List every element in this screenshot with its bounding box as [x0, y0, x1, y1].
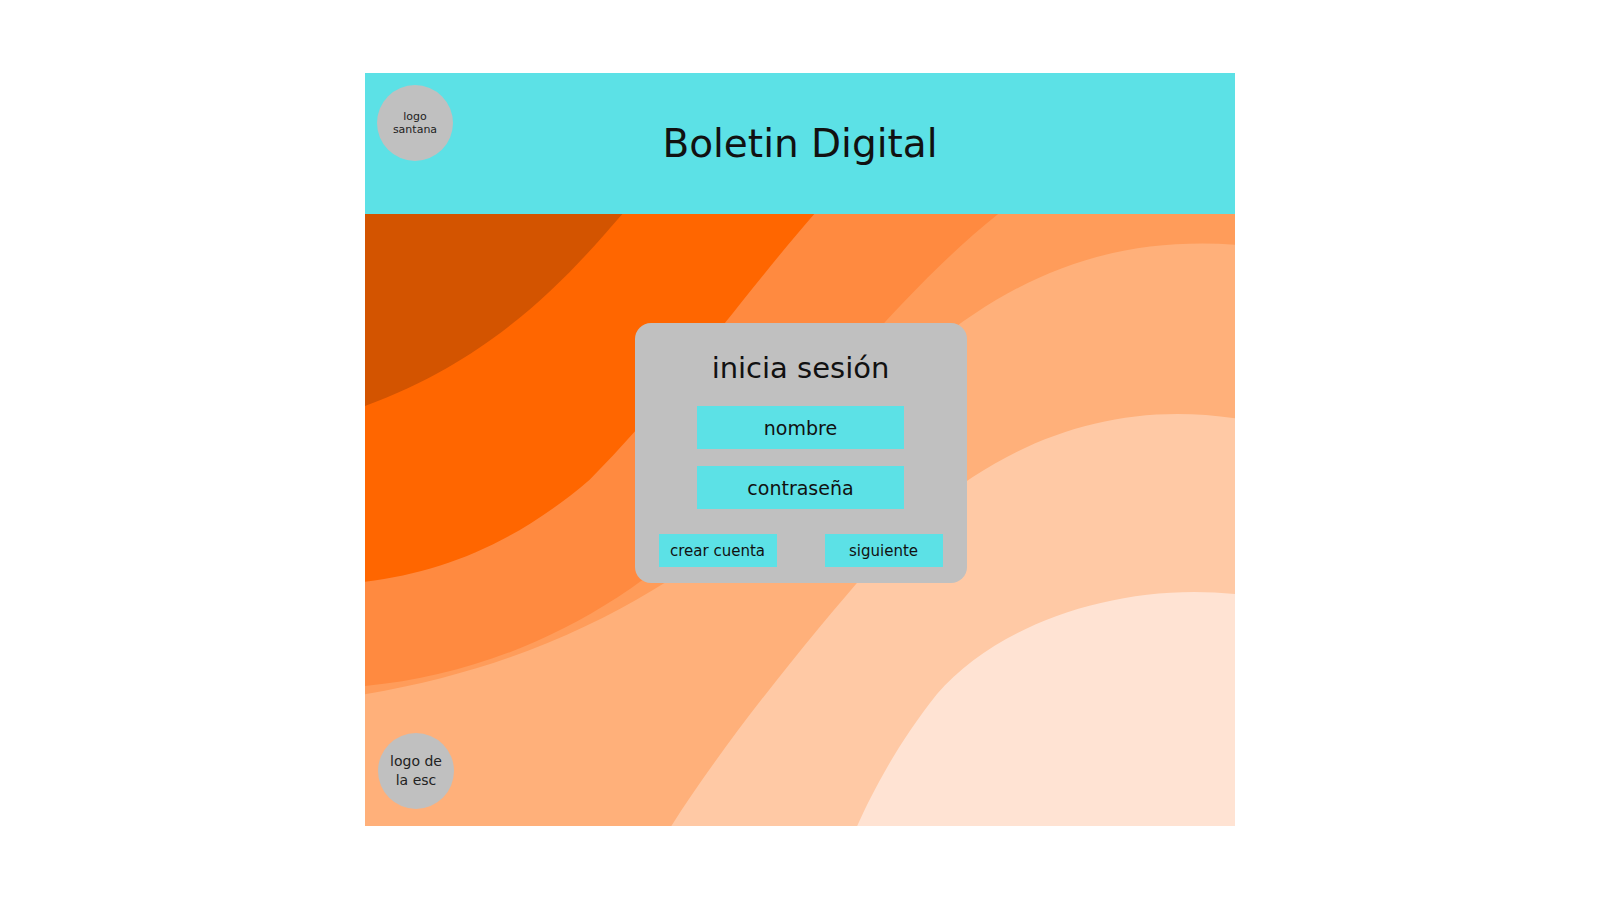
school-logo: logo de la esc [378, 733, 454, 809]
login-card: inicia sesión crear cuenta siguiente [635, 323, 967, 583]
button-row: crear cuenta siguiente [651, 526, 951, 567]
wave-layer [365, 214, 622, 406]
app-frame: logo santanaBoletin Digitalinicia sesión… [365, 73, 1235, 826]
login-button[interactable]: siguiente [825, 534, 943, 567]
page: logo santanaBoletin Digitalinicia sesión… [0, 0, 1600, 900]
login-area: inicia sesión crear cuenta siguiente logo d… [365, 214, 1235, 826]
login-button[interactable]: crear cuenta [659, 534, 777, 567]
login-field[interactable] [697, 406, 904, 449]
wave-layer [365, 214, 998, 686]
header: logo santanaBoletin Digital [365, 73, 1235, 214]
wave-layer [365, 214, 1235, 826]
app-title: Boletin Digital [453, 121, 1147, 166]
wave-base [365, 214, 1235, 826]
wave-layer [365, 214, 1235, 826]
login-title: inicia sesión [712, 351, 890, 385]
santana-logo: logo santana [377, 85, 453, 161]
wave-layer [365, 214, 1235, 694]
login-field[interactable] [697, 466, 904, 509]
